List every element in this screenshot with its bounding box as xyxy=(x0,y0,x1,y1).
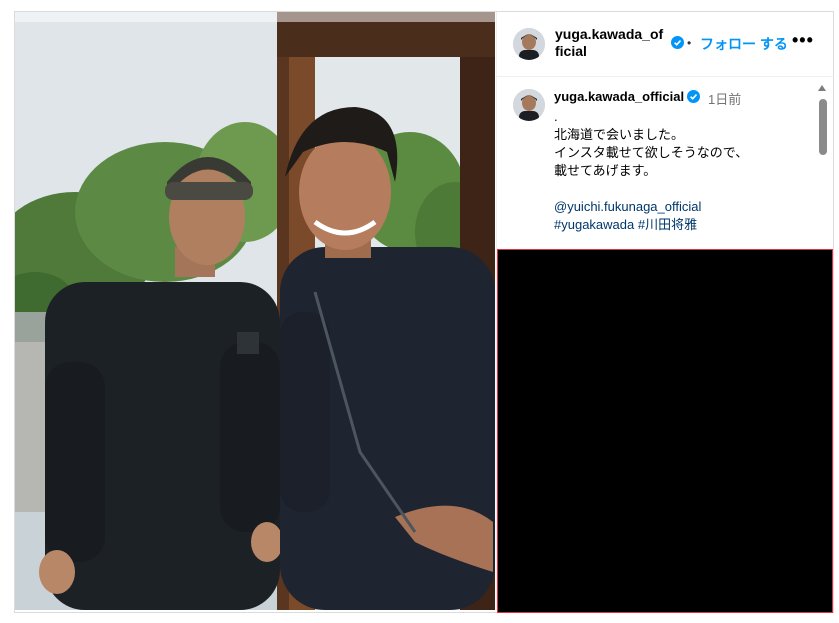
black-media-region xyxy=(497,249,833,613)
separator-dot: • xyxy=(687,36,692,50)
caption-line: . xyxy=(554,109,558,124)
post-timestamp[interactable]: 1日前 xyxy=(708,89,741,108)
hashtag-link[interactable]: #川田将雅 xyxy=(638,217,697,232)
caption-section: yuga.kawada_official 1日前 . 北海道で会いました。 イン… xyxy=(497,77,834,249)
avatar[interactable] xyxy=(513,28,545,60)
caption-line-blank xyxy=(554,180,804,198)
caption-line: 載せてあげます。 xyxy=(554,163,657,178)
verified-badge-icon xyxy=(687,90,700,103)
post-header: yuga.kawada_official • フォロー する ••• xyxy=(497,12,834,77)
verified-badge-icon xyxy=(671,36,684,49)
caption-line: 北海道で会いました。 xyxy=(554,127,685,142)
photo-illustration xyxy=(15,12,495,610)
caption-username[interactable]: yuga.kawada_official xyxy=(554,89,684,104)
post-side-panel: yuga.kawada_official • フォロー する ••• yuga.… xyxy=(496,12,834,613)
caption-text: . 北海道で会いました。 インスタ載せて欲しそうなので、 載せてあげます。 @y… xyxy=(554,108,804,234)
caption-hashtag-line: #yugakawada #川田将雅 xyxy=(554,216,804,234)
follow-button[interactable]: フォロー する xyxy=(700,34,788,54)
header-username[interactable]: yuga.kawada_official xyxy=(555,26,665,60)
hashtag-link[interactable]: #yugakawada xyxy=(554,217,634,232)
caption-mention-line: @yuichi.fukunaga_official xyxy=(554,198,804,216)
post-photo[interactable] xyxy=(15,12,495,610)
more-options-icon[interactable]: ••• xyxy=(792,30,814,52)
caption-line: インスタ載せて欲しそうなので、 xyxy=(554,145,749,160)
scroll-up-arrow-icon[interactable] xyxy=(818,85,826,91)
instagram-post-card: yuga.kawada_official • フォロー する ••• yuga.… xyxy=(14,11,834,613)
scrollbar-thumb[interactable] xyxy=(819,99,827,155)
mention-link[interactable]: @yuichi.fukunaga_official xyxy=(554,199,701,214)
avatar[interactable] xyxy=(513,89,545,121)
